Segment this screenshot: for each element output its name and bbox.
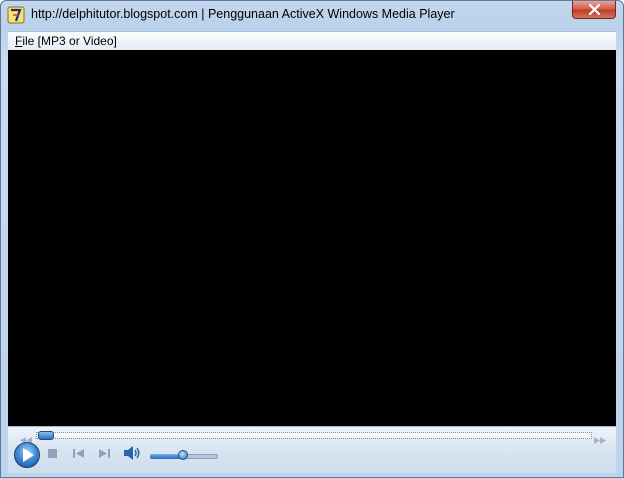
speaker-icon	[124, 446, 140, 460]
player-controls	[8, 426, 616, 473]
menu-file[interactable]: File [MP3 or Video]	[15, 34, 117, 48]
next-icon	[99, 449, 110, 458]
mute-button[interactable]	[123, 446, 141, 465]
seek-bar[interactable]	[36, 432, 592, 439]
window-title: http://delphitutor.blogspot.com | Penggu…	[31, 7, 455, 21]
stop-icon	[48, 449, 57, 458]
play-icon	[23, 448, 34, 462]
seek-thumb[interactable]	[38, 431, 54, 440]
menu-file-label: ile [MP3 or Video]	[22, 34, 117, 48]
delphi-app-icon[interactable]	[7, 6, 25, 24]
title-bar[interactable]: http://delphitutor.blogspot.com | Penggu…	[1, 1, 623, 29]
previous-button[interactable]	[73, 447, 85, 465]
fast-forward-icon[interactable]	[594, 431, 606, 449]
play-button[interactable]	[14, 442, 40, 468]
previous-icon	[73, 449, 84, 458]
volume-thumb[interactable]	[178, 450, 188, 460]
next-button[interactable]	[98, 447, 110, 465]
app-window: http://delphitutor.blogspot.com | Penggu…	[0, 0, 624, 478]
close-button[interactable]	[572, 1, 616, 19]
close-icon	[588, 4, 601, 15]
stop-button[interactable]	[48, 447, 58, 465]
video-display[interactable]	[8, 50, 616, 426]
menu-bar: File [MP3 or Video]	[8, 31, 616, 50]
